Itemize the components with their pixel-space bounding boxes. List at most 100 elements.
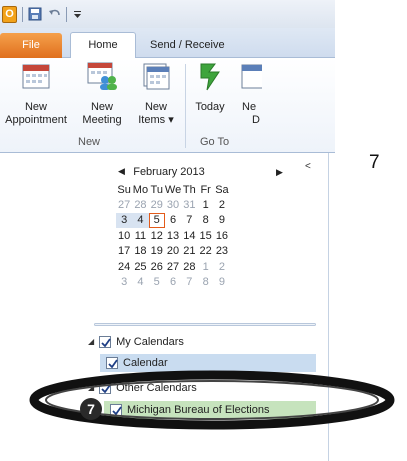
next-month-icon[interactable]: ▶ (276, 167, 283, 178)
calendar-appointment-icon (22, 64, 50, 89)
weekday-label: Sa (215, 183, 229, 196)
next-days-button[interactable]: Ne D (232, 60, 262, 127)
day-cell[interactable]: 10 (116, 228, 132, 243)
day-cell[interactable]: 23 (214, 244, 230, 259)
day-cell[interactable]: 6 (165, 274, 181, 289)
save-icon[interactable] (27, 6, 43, 22)
day-cell[interactable]: 26 (149, 259, 165, 274)
calendar-label: Calendar (123, 357, 168, 369)
my-calendars-checkbox[interactable] (99, 336, 112, 349)
checkmark-icon (101, 384, 111, 394)
ribbon-tabs: File Home Send / Receive (0, 28, 335, 59)
day-cell[interactable]: 17 (116, 244, 132, 259)
tab-file[interactable]: File (0, 33, 62, 58)
day-cell[interactable]: 22 (198, 244, 214, 259)
other-calendars-checkbox[interactable] (99, 382, 112, 395)
checkmark-icon (108, 359, 118, 369)
day-cell[interactable]: 7 (181, 274, 197, 289)
collapse-nav-icon[interactable]: < (305, 161, 311, 172)
day-cell[interactable]: 27 (116, 197, 132, 212)
day-cell[interactable]: 3 (116, 274, 132, 289)
day-cell[interactable]: 1 (198, 197, 214, 212)
outlook-app-icon[interactable]: O (2, 6, 17, 23)
ribbon-group-separator (185, 64, 186, 148)
day-cell[interactable]: 18 (132, 244, 148, 259)
day-cell[interactable]: 8 (198, 213, 214, 228)
today-button[interactable]: Today (190, 60, 230, 114)
week-row: 27 28 29 30 31 1 2 (116, 197, 230, 212)
qat-separator (66, 7, 67, 22)
michigan-calendar-row[interactable]: Michigan Bureau of Elections (110, 401, 269, 419)
day-cell[interactable]: 21 (181, 244, 197, 259)
day-cell[interactable]: 28 (181, 259, 197, 274)
new-meeting-label-2: Meeting (82, 114, 122, 126)
expand-triangle-icon[interactable]: ◢ (88, 333, 96, 351)
weekday-label: Th (182, 183, 196, 196)
day-cell[interactable]: 27 (165, 259, 181, 274)
day-cell[interactable]: 8 (198, 274, 214, 289)
next-days-label-2: D (252, 114, 260, 126)
expand-triangle-icon[interactable]: ◢ (88, 379, 96, 397)
day-cell[interactable]: 30 (165, 197, 181, 212)
new-meeting-button[interactable]: New Meeting (76, 60, 128, 127)
quick-access-toolbar: O (0, 0, 335, 28)
today-label: Today (195, 101, 225, 113)
pane-splitter[interactable] (94, 323, 316, 326)
day-cell[interactable]: 16 (214, 228, 230, 243)
day-cell[interactable]: 25 (132, 259, 148, 274)
ribbon: New Appointment New Meeting New Items ▾ … (0, 58, 335, 153)
other-calendars-label: Other Calendars (116, 382, 197, 394)
calendar-checkbox[interactable] (106, 357, 118, 370)
today-arrow-icon (200, 63, 220, 91)
day-cell[interactable]: 31 (181, 197, 197, 212)
weekday-label: Tu (150, 183, 163, 196)
group-label-goto: Go To (200, 136, 230, 148)
day-cell[interactable]: 19 (149, 244, 165, 259)
weekday-header-row: Su Mo Tu We Th Fr Sa (116, 182, 230, 197)
day-cell[interactable]: 9 (214, 213, 230, 228)
weekday-label: We (164, 183, 182, 196)
new-appointment-label-2: Appointment (5, 114, 67, 126)
week-row: 3 4 5 6 7 8 9 (116, 274, 230, 289)
day-cell[interactable]: 28 (132, 197, 148, 212)
day-cell-today[interactable]: 5 (148, 212, 165, 229)
day-cell[interactable]: 9 (214, 274, 230, 289)
day-cell[interactable]: 4 (132, 212, 149, 229)
weekday-label: Fr (200, 183, 211, 196)
day-cell[interactable]: 15 (198, 228, 214, 243)
day-cell[interactable]: 6 (165, 213, 181, 228)
other-calendars-group[interactable]: ◢ Other Calendars (88, 379, 197, 397)
day-cell[interactable]: 11 (132, 228, 148, 243)
new-appointment-button[interactable]: New Appointment (0, 60, 72, 127)
new-items-label-1: New (144, 101, 167, 113)
day-cell[interactable]: 2 (214, 197, 230, 212)
new-appointment-label-1: New (24, 101, 47, 113)
day-cell[interactable]: 2 (214, 259, 230, 274)
weekday-label: Mo (132, 183, 149, 196)
new-items-button[interactable]: New Items ▾ (130, 60, 182, 127)
day-cell[interactable]: 7 (181, 213, 197, 228)
day-cell[interactable]: 29 (149, 197, 165, 212)
day-cell[interactable]: 12 (149, 228, 165, 243)
day-cell[interactable]: 24 (116, 259, 132, 274)
week-row: 3 4 5 6 7 8 9 (116, 212, 230, 229)
calendar-row[interactable]: Calendar (106, 354, 168, 372)
day-cell[interactable]: 14 (181, 228, 197, 243)
tab-send-receive[interactable]: Send / Receive (150, 33, 225, 58)
undo-icon[interactable] (47, 6, 63, 22)
day-cell[interactable]: 20 (165, 244, 181, 259)
checkmark-icon (112, 406, 122, 416)
tab-home[interactable]: Home (70, 32, 136, 59)
day-cell[interactable]: 5 (149, 274, 165, 289)
michigan-calendar-checkbox[interactable] (110, 404, 122, 417)
week-row: 10 11 12 13 14 15 16 (116, 228, 230, 243)
day-cell[interactable]: 3 (116, 212, 133, 229)
customize-qat-icon[interactable] (70, 6, 86, 22)
month-title: February 2013 (133, 166, 205, 178)
day-cell[interactable]: 4 (132, 274, 148, 289)
day-cell[interactable]: 13 (165, 228, 181, 243)
my-calendars-group[interactable]: ◢ My Calendars (88, 333, 184, 351)
next-days-label-1: Ne (242, 101, 257, 113)
day-cell[interactable]: 1 (198, 259, 214, 274)
checkmark-icon (101, 338, 111, 348)
